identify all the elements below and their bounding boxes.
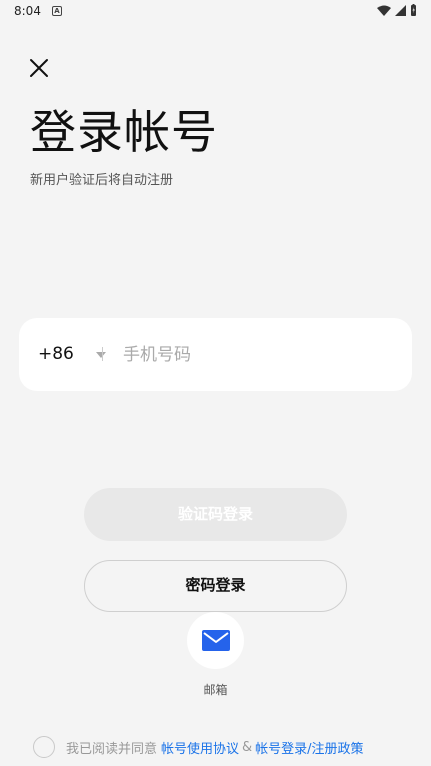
- status-icons: [377, 4, 417, 16]
- policy-link[interactable]: 帐号登录/注册政策: [255, 738, 363, 757]
- phone-input-card: +86: [19, 318, 412, 391]
- agreement-ampersand: &: [242, 739, 253, 755]
- wifi-icon: [377, 5, 391, 16]
- page-subtitle: 新用户验证后将自动注册: [30, 173, 174, 188]
- divider: [102, 347, 103, 361]
- chevron-down-icon[interactable]: [96, 352, 106, 358]
- email-login-label: 邮箱: [203, 683, 228, 697]
- signal-icon: [395, 4, 406, 16]
- country-code-selector[interactable]: +86: [38, 344, 74, 364]
- close-icon[interactable]: [26, 55, 52, 81]
- phone-number-input[interactable]: [123, 338, 393, 372]
- status-bar: 8:04 A: [0, 0, 431, 24]
- mail-icon: [202, 630, 230, 651]
- sms-login-button[interactable]: 验证码登录: [84, 488, 347, 541]
- page-title: 登录帐号: [30, 105, 218, 159]
- status-time: 8:04: [14, 4, 41, 18]
- agreement-row: 我已阅读并同意 帐号使用协议 & 帐号登录/注册政策: [33, 736, 364, 758]
- email-login-button[interactable]: [187, 612, 244, 669]
- login-screen: 8:04 A 登录帐号 新用户验证后将自动注册 +86 验证码登录 密码: [0, 0, 431, 766]
- battery-icon: [411, 4, 416, 16]
- app-notification-icon: A: [52, 6, 62, 16]
- password-login-button[interactable]: 密码登录: [84, 560, 347, 612]
- agreement-checkbox[interactable]: [33, 736, 55, 758]
- terms-link[interactable]: 帐号使用协议: [161, 738, 239, 757]
- agreement-prefix: 我已阅读并同意: [66, 741, 158, 757]
